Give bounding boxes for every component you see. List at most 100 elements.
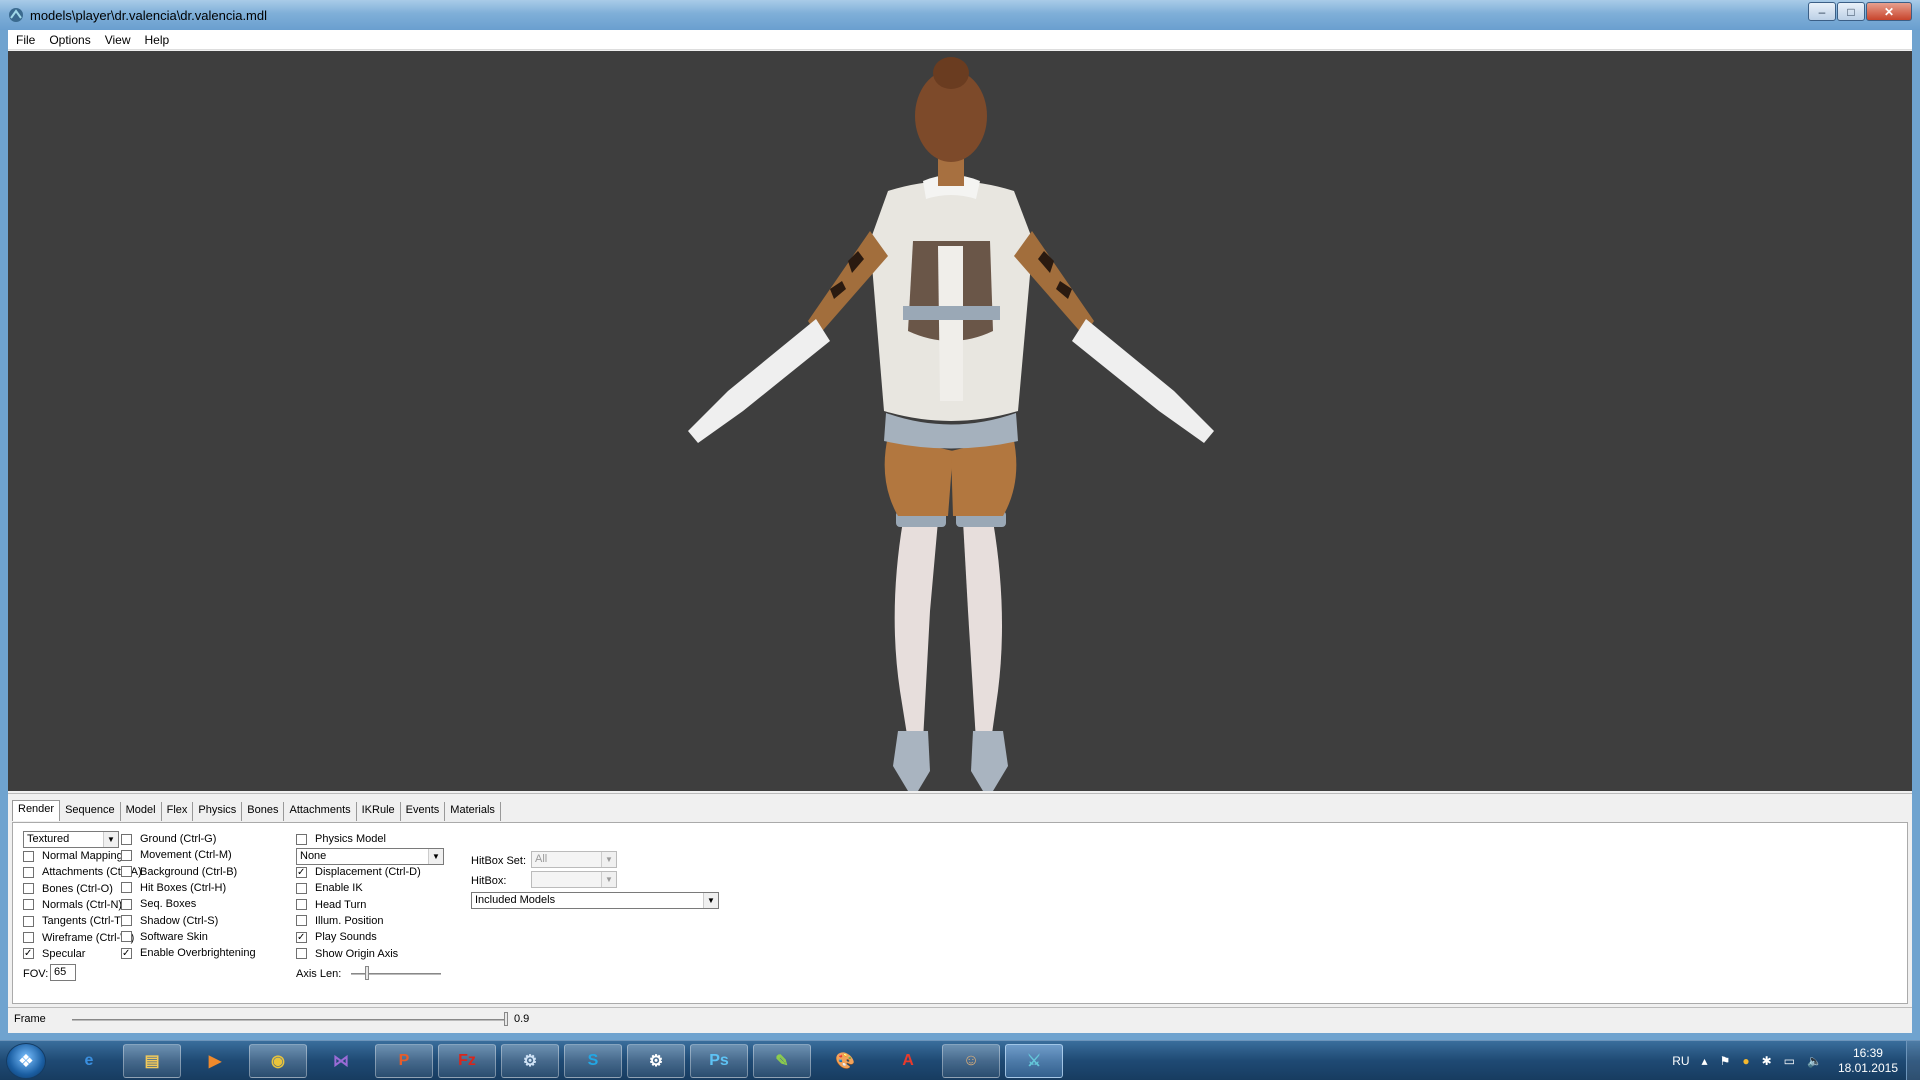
hitbox-select[interactable]: ▼ — [531, 871, 617, 888]
checkbox-tangents-ctrl-t-label: Tangents (Ctrl-T) — [42, 915, 125, 928]
checkbox-ground-ctrl-g-box[interactable] — [121, 833, 132, 845]
checkbox-enable-ik-box[interactable] — [296, 882, 307, 894]
checkbox-wireframe-ctrl-w[interactable]: Wireframe (Ctrl-W) — [23, 932, 134, 944]
taskbar-acrobat[interactable]: A — [879, 1044, 937, 1078]
checkbox-seq-boxes-box[interactable] — [121, 898, 132, 910]
tab-materials[interactable]: Materials — [445, 802, 501, 821]
explorer-icon: ▤ — [144, 1053, 160, 1070]
tray-settings-icon[interactable]: ✱ — [1762, 1054, 1772, 1068]
tab-attachments[interactable]: Attachments — [284, 802, 357, 821]
checkbox-background-ctrl-b[interactable]: Background (Ctrl-B) — [121, 866, 237, 878]
checkbox-tangents-ctrl-t-box[interactable] — [23, 915, 34, 927]
checkbox-movement-ctrl-m[interactable]: Movement (Ctrl-M) — [121, 849, 232, 861]
checkbox-wireframe-ctrl-w-box[interactable] — [23, 932, 34, 943]
checkbox-physics-model-box[interactable] — [296, 833, 307, 845]
checkbox-enable-ik[interactable]: Enable IK — [296, 882, 363, 894]
checkbox-illum-position-box[interactable] — [296, 915, 307, 927]
clock[interactable]: 16:39 18.01.2015 — [1838, 1046, 1898, 1076]
checkbox-head-turn-box[interactable] — [296, 899, 307, 911]
checkbox-tangents-ctrl-t[interactable]: Tangents (Ctrl-T) — [23, 915, 125, 927]
checkbox-illum-position[interactable]: Illum. Position — [296, 915, 383, 927]
menu-file[interactable]: File — [16, 33, 35, 47]
maximize-button[interactable]: □ — [1837, 2, 1865, 21]
language-indicator[interactable]: RU — [1672, 1054, 1689, 1068]
checkbox-play-sounds[interactable]: Play Sounds — [296, 931, 377, 943]
checkbox-physics-model[interactable]: Physics Model — [296, 833, 386, 845]
checkbox-normal-mapping[interactable]: Normal Mapping — [23, 850, 123, 862]
hitbox-set-select[interactable]: All ▼ — [531, 851, 617, 868]
checkbox-seq-boxes[interactable]: Seq. Boxes — [121, 898, 196, 910]
included-models-select[interactable]: Included Models ▼ — [471, 892, 719, 909]
show-desktop-button[interactable] — [1906, 1041, 1920, 1080]
close-button[interactable]: ✕ — [1866, 2, 1912, 21]
axis-len-slider-thumb[interactable] — [364, 966, 369, 980]
action-center-flag-icon[interactable]: ⚑ — [1720, 1054, 1731, 1068]
checkbox-hit-boxes-ctrl-h-box[interactable] — [121, 882, 132, 894]
taskbar-internet-explorer[interactable]: e — [60, 1044, 118, 1078]
taskbar-media-player[interactable]: ▶ — [186, 1044, 244, 1078]
tab-bones[interactable]: Bones — [242, 802, 285, 821]
render-mode-select[interactable]: Textured ▼ — [23, 831, 119, 848]
tray-app-icon[interactable]: ● — [1742, 1054, 1749, 1068]
checkbox-shadow-ctrl-s-box[interactable] — [121, 915, 132, 926]
taskbar-hlmv[interactable]: ⚔ — [1005, 1044, 1063, 1078]
taskbar-filezilla[interactable]: Fz — [438, 1044, 496, 1078]
checkbox-enable-overbrightening-box[interactable] — [121, 947, 132, 959]
checkbox-displacement-ctrl-d-box[interactable] — [296, 866, 307, 878]
checkbox-head-turn[interactable]: Head Turn — [296, 899, 366, 911]
taskbar-steam[interactable]: ⚙ — [501, 1044, 559, 1078]
model-viewport[interactable] — [8, 51, 1912, 791]
checkbox-displacement-ctrl-d[interactable]: Displacement (Ctrl-D) — [296, 866, 421, 878]
taskbar-source-sdk[interactable]: ☺ — [942, 1044, 1000, 1078]
checkbox-normals-ctrl-n-box[interactable] — [23, 899, 34, 911]
taskbar-skype[interactable]: S — [564, 1044, 622, 1078]
start-button[interactable]: ❖ — [6, 1043, 46, 1079]
taskbar-explorer[interactable]: ▤ — [123, 1044, 181, 1078]
taskbar-powerpoint[interactable]: P — [375, 1044, 433, 1078]
checkbox-bones-ctrl-o[interactable]: Bones (Ctrl-O) — [23, 883, 113, 895]
frame-slider-thumb[interactable] — [503, 1012, 508, 1026]
checkbox-normal-mapping-box[interactable] — [23, 850, 34, 862]
checkbox-normals-ctrl-n[interactable]: Normals (Ctrl-N) — [23, 899, 122, 911]
fov-input[interactable]: 65 — [50, 964, 76, 981]
taskbar-chrome[interactable]: ◉ — [249, 1044, 307, 1078]
checkbox-play-sounds-box[interactable] — [296, 931, 307, 943]
taskbar-visual-studio[interactable]: ⋈ — [312, 1044, 370, 1078]
taskbar-steam-client[interactable]: ⚙ — [627, 1044, 685, 1078]
menu-options[interactable]: Options — [49, 33, 90, 47]
checkbox-enable-overbrightening[interactable]: Enable Overbrightening — [121, 947, 256, 959]
physics-select[interactable]: None ▼ — [296, 848, 444, 865]
tab-events[interactable]: Events — [400, 802, 446, 821]
checkbox-software-skin[interactable]: Software Skin — [121, 931, 208, 943]
checkbox-specular-box[interactable] — [23, 948, 34, 960]
tab-physics[interactable]: Physics — [193, 802, 243, 821]
checkbox-software-skin-box[interactable] — [121, 931, 132, 943]
checkbox-specular[interactable]: Specular — [23, 948, 85, 960]
checkbox-hit-boxes-ctrl-h[interactable]: Hit Boxes (Ctrl-H) — [121, 882, 226, 894]
tab-model[interactable]: Model — [120, 802, 162, 821]
checkbox-show-origin-axis[interactable]: Show Origin Axis — [296, 948, 398, 960]
checkbox-bones-ctrl-o-box[interactable] — [23, 883, 34, 895]
checkbox-background-ctrl-b-box[interactable] — [121, 866, 132, 878]
tab-render[interactable]: Render — [12, 800, 61, 821]
checkbox-ground-ctrl-g[interactable]: Ground (Ctrl-G) — [121, 833, 216, 845]
tab-sequence[interactable]: Sequence — [60, 802, 121, 821]
taskbar-photoshop[interactable]: Ps — [690, 1044, 748, 1078]
network-icon[interactable]: ▭ — [1784, 1054, 1795, 1068]
checkbox-show-origin-axis-box[interactable] — [296, 948, 307, 959]
taskbar-paint[interactable]: 🎨 — [816, 1044, 874, 1078]
frame-slider-track[interactable] — [72, 1019, 508, 1021]
minimize-button[interactable]: – — [1808, 2, 1836, 21]
checkbox-shadow-ctrl-s[interactable]: Shadow (Ctrl-S) — [121, 915, 218, 927]
menu-help[interactable]: Help — [145, 33, 170, 47]
menu-view[interactable]: View — [105, 33, 131, 47]
volume-icon[interactable]: 🔈 — [1807, 1054, 1822, 1068]
title-bar[interactable]: models\player\dr.valencia\dr.valencia.md… — [0, 0, 1920, 30]
checkbox-movement-ctrl-m-box[interactable] — [121, 849, 132, 861]
acrobat-icon: A — [902, 1052, 914, 1069]
tab-ikrule[interactable]: IKRule — [356, 802, 401, 821]
taskbar-notepad-plus[interactable]: ✎ — [753, 1044, 811, 1078]
tab-flex[interactable]: Flex — [161, 802, 194, 821]
checkbox-attachments-ctrl-a-box[interactable] — [23, 866, 34, 878]
show-hidden-icons-icon[interactable]: ▴ — [1702, 1054, 1708, 1068]
